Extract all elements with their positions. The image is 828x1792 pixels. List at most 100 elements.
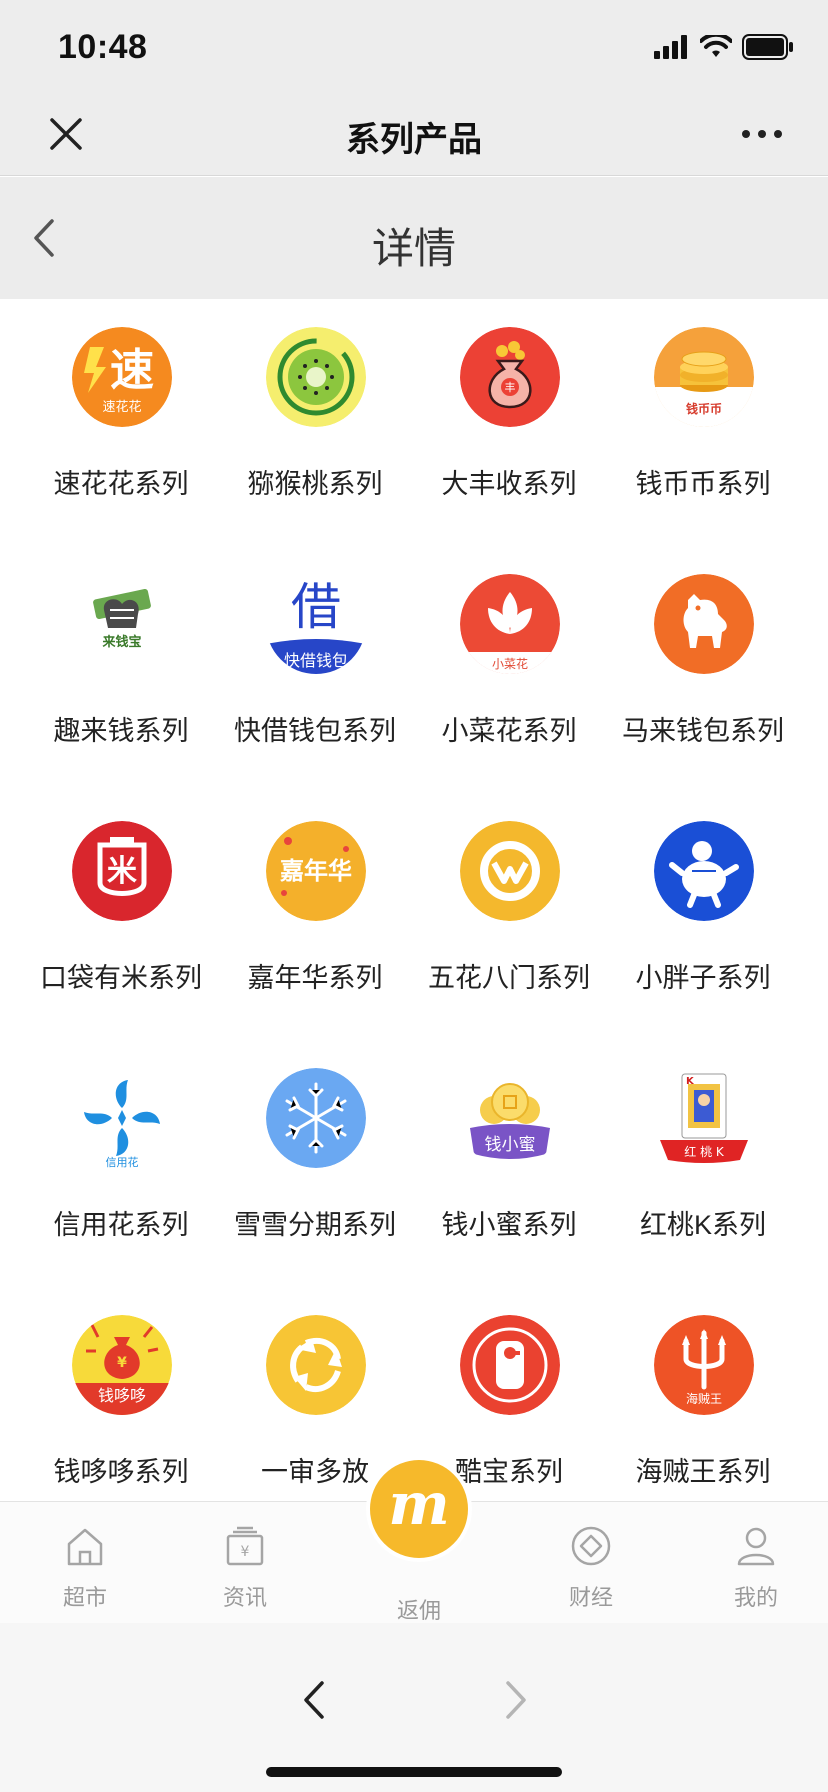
tab-label: 我的 xyxy=(733,1585,778,1610)
tag-logo xyxy=(460,1315,560,1415)
home-icon xyxy=(67,1528,103,1566)
product-label: 海贼王系列 xyxy=(635,1457,771,1487)
page-title: 详情 xyxy=(371,225,456,272)
product-item-jia-nian-hua[interactable]: 嘉年华 嘉年华系列 xyxy=(218,793,412,1040)
qian-xiao-mi-logo-subtext: 钱小蜜 xyxy=(485,1135,536,1155)
chubby-man-logo xyxy=(654,821,754,921)
horse-logo xyxy=(654,574,754,674)
product-item-wu-hua-ba-men[interactable]: 五花八门系列 xyxy=(412,793,606,1040)
product-item-qu-lai-qian[interactable]: 来钱宝 趣来钱系列 xyxy=(24,546,218,793)
product-label: 小胖子系列 xyxy=(635,963,771,993)
status-bar: 10:48 xyxy=(0,0,828,92)
product-item-qian-bi-bi[interactable]: 钱币币 钱币币系列 xyxy=(606,299,800,546)
tab-finance[interactable]: 财经 xyxy=(531,1502,651,1624)
jia-nian-hua-logo: 嘉年华 xyxy=(266,821,366,921)
kuai-jie-logo-text: 借 xyxy=(291,578,341,636)
recycle-arrows-logo xyxy=(266,1315,366,1415)
hong-tao-k-logo-subtext: 红 桃 K xyxy=(684,1144,725,1159)
page-header: 详情 xyxy=(0,177,828,299)
kiwi-logo xyxy=(266,327,366,427)
gold-coin-logo: 钱小蜜 xyxy=(460,1068,560,1168)
wifi-icon xyxy=(700,35,732,57)
product-grid: 速 速花花 速花花系列 猕猴桃系列 丰 大丰收系列 钱币币 钱币币系列 来钱宝 … xyxy=(0,299,828,1501)
product-item-qian-duo-duo[interactable]: ¥ 钱哆哆 钱哆哆系列 xyxy=(24,1287,218,1501)
product-item-kou-dai-you-mi[interactable]: 米 口袋有米系列 xyxy=(24,793,218,1040)
home-indicator xyxy=(266,1767,562,1777)
m-logo-icon: m xyxy=(370,1460,468,1558)
xiao-cai-hua-logo-subtext: 小菜花 xyxy=(492,656,528,671)
kou-dai-you-mi-logo-text: 米 xyxy=(107,854,137,889)
money-bag-logo: 丰 xyxy=(460,327,560,427)
product-label: 快借钱包系列 xyxy=(234,716,396,746)
product-item-su-hua-hua[interactable]: 速 速花花 速花花系列 xyxy=(24,299,218,546)
tab-mine[interactable]: 我的 xyxy=(696,1502,816,1624)
tab-supermarket[interactable]: 超市 xyxy=(25,1502,145,1624)
news-icon: ¥ xyxy=(226,1526,264,1566)
product-item-kuai-jie-qian-bao[interactable]: 借 快借钱包 快借钱包系列 xyxy=(218,546,412,793)
product-item-xiao-cai-hua[interactable]: 小菜花 小菜花系列 xyxy=(412,546,606,793)
product-label: 口袋有米系列 xyxy=(40,963,202,993)
m-logo-text: m xyxy=(388,1470,450,1538)
product-label: 雪雪分期系列 xyxy=(234,1210,396,1240)
rice-bag-logo: 米 xyxy=(72,821,172,921)
jia-nian-hua-logo-text: 嘉年华 xyxy=(280,857,352,885)
product-label: 趣来钱系列 xyxy=(53,716,189,746)
product-item-xue-xue-fen-qi[interactable]: 雪雪分期系列 xyxy=(218,1040,412,1287)
wechat-nav-title: 系列产品 xyxy=(346,121,482,159)
product-item-kiwi[interactable]: 猕猴桃系列 xyxy=(218,299,412,546)
qu-lai-qian-logo-subtext: 来钱宝 xyxy=(101,634,141,650)
browser-back-icon[interactable] xyxy=(296,1675,332,1725)
qian-duo-duo-logo-subtext: 钱哆哆 xyxy=(98,1386,146,1405)
kuai-jie-logo-subtext: 快借钱包 xyxy=(284,651,348,670)
tab-label: 财经 xyxy=(568,1585,613,1610)
tab-label: 资讯 xyxy=(222,1585,267,1610)
svg-text:¥: ¥ xyxy=(241,1544,250,1560)
product-item-ma-lai-qian-bao[interactable]: 马来钱包系列 xyxy=(606,546,800,793)
hai-zei-wang-logo-subtext: 海贼王 xyxy=(686,1391,722,1406)
product-label: 猕猴桃系列 xyxy=(247,469,383,499)
trident-logo: 海贼王 xyxy=(654,1315,754,1415)
browser-forward-icon[interactable] xyxy=(498,1675,534,1725)
kuai-jie-logo: 借 快借钱包 xyxy=(266,574,366,674)
pinwheel-logo: 信用花 xyxy=(72,1068,172,1168)
coin-stack-logo: 钱币币 xyxy=(654,327,754,427)
king-card-logo: K 红 桃 K xyxy=(654,1068,754,1168)
snowflake-logo xyxy=(266,1068,366,1168)
user-icon xyxy=(737,1527,775,1566)
product-label: 钱哆哆系列 xyxy=(53,1457,189,1487)
product-label: 五花八门系列 xyxy=(428,963,590,993)
status-icons xyxy=(654,34,794,60)
product-item-hai-zei-wang[interactable]: 海贼王 海贼王系列 xyxy=(606,1287,800,1501)
product-label: 马来钱包系列 xyxy=(622,716,784,746)
svg-text:丰: 丰 xyxy=(505,381,516,394)
product-label: 钱币币系列 xyxy=(635,469,771,499)
product-label: 大丰收系列 xyxy=(441,469,577,499)
su-hua-hua-logo: 速 速花花 xyxy=(72,327,172,427)
product-item-qian-xiao-mi[interactable]: 钱小蜜 钱小蜜系列 xyxy=(412,1040,606,1287)
product-label: 信用花系列 xyxy=(53,1210,189,1240)
signal-icon xyxy=(654,35,687,59)
product-label: 红桃K系列 xyxy=(639,1210,766,1240)
qian-bi-bi-logo-subtext: 钱币币 xyxy=(686,401,722,416)
xin-yong-hua-logo-subtext: 信用花 xyxy=(106,1156,139,1168)
tab-label: 超市 xyxy=(62,1585,107,1610)
browser-toolbar xyxy=(0,1623,828,1792)
wechat-nav-bar: 系列产品 xyxy=(0,92,828,176)
more-icon[interactable] xyxy=(740,122,784,146)
svg-text:K: K xyxy=(686,1076,695,1087)
tab-rebate[interactable]: m xyxy=(366,1456,472,1562)
gold-ring-logo xyxy=(460,821,560,921)
tab-news[interactable]: ¥ 资讯 xyxy=(185,1502,305,1624)
product-item-xiao-pang-zi[interactable]: 小胖子系列 xyxy=(606,793,800,1040)
red-bag-logo: ¥ 钱哆哆 xyxy=(72,1315,172,1415)
diamond-icon xyxy=(571,1526,611,1566)
su-hua-hua-logo-subtext: 速花花 xyxy=(102,399,141,415)
product-label: 小菜花系列 xyxy=(441,716,577,746)
product-item-da-feng-shou[interactable]: 丰 大丰收系列 xyxy=(412,299,606,546)
product-item-xin-yong-hua[interactable]: 信用花 信用花系列 xyxy=(24,1040,218,1287)
product-item-hong-tao-k[interactable]: K 红 桃 K 红桃K系列 xyxy=(606,1040,800,1287)
svg-text:¥: ¥ xyxy=(117,1355,127,1371)
product-label: 钱小蜜系列 xyxy=(441,1210,577,1240)
battery-icon xyxy=(742,34,793,60)
product-label: 嘉年华系列 xyxy=(247,963,383,993)
